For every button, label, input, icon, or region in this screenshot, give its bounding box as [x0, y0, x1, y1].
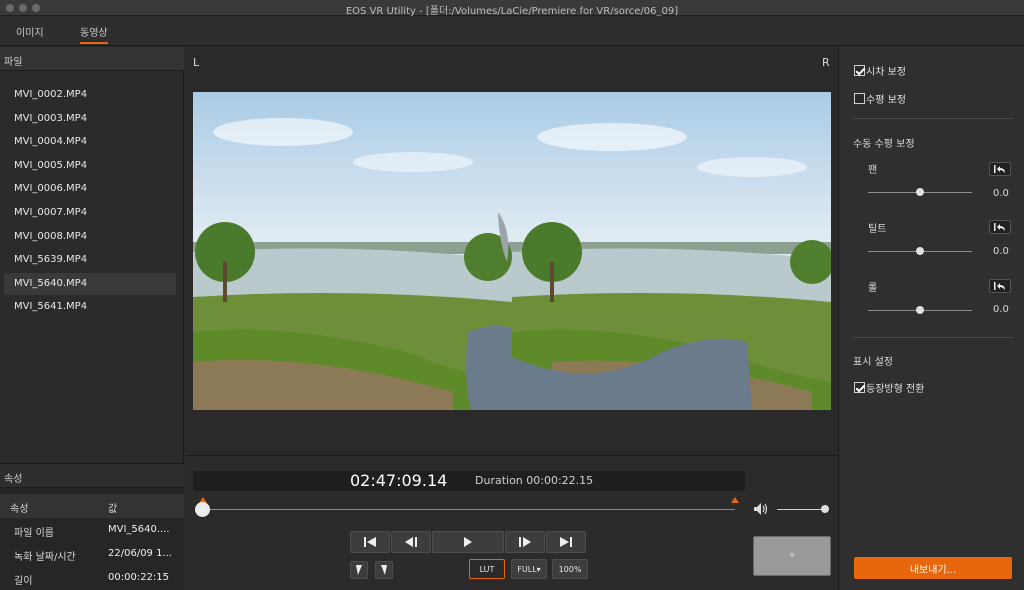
file-list-item[interactable]: MVI_5641.MP4	[4, 296, 176, 318]
playhead-handle[interactable]	[195, 502, 210, 517]
set-in-point-button[interactable]	[350, 561, 368, 579]
file-list-item[interactable]: MVI_0004.MP4	[4, 131, 176, 153]
property-value: 00:00:22:15	[108, 572, 170, 583]
right-eye-view	[512, 92, 831, 410]
pan-label: 팬	[868, 165, 878, 176]
left-eye-view	[193, 92, 512, 410]
property-value: 22/06/09 1...	[108, 548, 172, 559]
export-button[interactable]: 내보내기...	[854, 557, 1012, 579]
next-frame-button[interactable]	[505, 531, 545, 553]
step-back-icon	[405, 537, 417, 547]
adjustment-panel: 시차 보정 수평 보정 수동 수평 보정 팬 0.0 틸트 0.0 롤 0.0 …	[838, 47, 1024, 590]
tilt-label: 틸트	[868, 224, 887, 235]
checkbox-icon	[854, 65, 865, 76]
file-list-item[interactable]: MVI_0002.MP4	[4, 84, 176, 106]
zoom-percentage-button[interactable]: 100%	[552, 559, 588, 579]
property-row: 녹화 날짜/시간 22/06/09 1...	[0, 542, 184, 566]
volume-track[interactable]	[777, 509, 825, 510]
file-list-item[interactable]: MVI_0003.MP4	[4, 108, 176, 130]
checkbox-icon	[854, 93, 865, 104]
out-point-icon	[381, 565, 387, 575]
out-point-marker[interactable]	[731, 497, 739, 503]
crosshair-icon: ⌖	[789, 551, 795, 561]
property-value: MVI_5640....	[108, 524, 170, 535]
step-forward-icon	[519, 537, 531, 547]
file-list-header: 파일	[0, 47, 184, 71]
go-to-end-button[interactable]	[546, 531, 586, 553]
left-eye-label: L	[193, 56, 200, 69]
in-point-icon	[356, 565, 362, 575]
lut-button[interactable]: LUT	[469, 559, 505, 579]
file-list-item[interactable]: MVI_0005.MP4	[4, 155, 176, 177]
property-row: 길이 00:00:22:15	[0, 566, 184, 590]
file-list-item[interactable]: MVI_0006.MP4	[4, 178, 176, 200]
file-list-item[interactable]: MVI_0007.MP4	[4, 202, 176, 224]
scrub-track[interactable]	[203, 509, 735, 510]
duration-label: Duration 00:00:22.15	[475, 474, 594, 487]
volume-handle[interactable]	[821, 505, 829, 513]
property-label: 길이	[14, 576, 33, 587]
skip-start-icon	[364, 537, 376, 547]
tab-videos[interactable]: 동영상	[80, 24, 108, 44]
tilt-reset-button[interactable]	[989, 220, 1011, 234]
title-bar: EOS VR Utility - [폴더:/Volumes/LaCie/Prem…	[0, 0, 1024, 17]
attribute-column-header: 속성	[10, 504, 29, 515]
parallax-correction-label: 시차 보정	[866, 67, 906, 78]
set-out-point-button[interactable]	[375, 561, 393, 579]
file-list-item[interactable]: MVI_5640.MP4	[4, 272, 176, 295]
display-settings-header: 표시 설정	[853, 357, 893, 368]
parallax-correction-checkbox[interactable]: 시차 보정	[854, 63, 906, 78]
roll-value: 0.0	[993, 304, 1009, 315]
pan-value: 0.0	[993, 188, 1009, 199]
current-timecode: 02:47:09.14	[350, 471, 448, 490]
value-column-header: 값	[108, 504, 118, 515]
level-correction-label: 수평 보정	[866, 95, 906, 106]
equirectangular-checkbox[interactable]: 등장방형 전환	[854, 380, 924, 395]
play-button[interactable]	[432, 531, 504, 553]
vr-preview-area: L R	[185, 47, 837, 455]
play-icon	[464, 537, 472, 547]
properties-panel: 속성 속성 값 파일 이름 MVI_5640.... 녹화 날짜/시간 22/0…	[0, 463, 184, 590]
property-label: 녹화 날짜/시간	[14, 552, 76, 563]
window-title: EOS VR Utility - [폴더:/Volumes/LaCie/Prem…	[345, 6, 679, 17]
reset-icon	[994, 282, 1005, 290]
level-correction-checkbox[interactable]: 수평 보정	[854, 91, 906, 106]
view-size-select[interactable]: FULL▾	[511, 559, 547, 579]
divider	[853, 337, 1013, 338]
tab-images[interactable]: 이미지	[16, 24, 44, 39]
manual-level-header: 수동 수평 보정	[853, 139, 915, 150]
file-panel: 파일 MVI_0002.MP4 MVI_0003.MP4 MVI_0004.MP4 M…	[0, 47, 184, 590]
file-list-item[interactable]: MVI_0008.MP4	[4, 226, 176, 248]
skip-end-icon	[560, 537, 572, 547]
property-row: 파일 이름 MVI_5640....	[0, 518, 184, 542]
file-list-item[interactable]: MVI_5639.MP4	[4, 249, 176, 271]
tilt-slider-handle[interactable]	[916, 247, 924, 255]
go-to-start-button[interactable]	[350, 531, 390, 553]
checkbox-icon	[854, 382, 865, 393]
divider	[853, 118, 1013, 119]
properties-header: 속성	[0, 464, 184, 488]
equirectangular-label: 등장방형 전환	[866, 384, 925, 395]
pan-slider-handle[interactable]	[916, 188, 924, 196]
speaker-icon[interactable]	[753, 502, 769, 519]
view-orientation-pad[interactable]: ⌖	[753, 536, 831, 576]
property-label: 파일 이름	[14, 528, 54, 539]
pan-reset-button[interactable]	[989, 162, 1011, 176]
roll-label: 롤	[868, 283, 878, 294]
dual-fisheye-preview[interactable]	[193, 92, 831, 410]
timecode-display: 02:47:09.14 Duration 00:00:22.15	[193, 471, 745, 491]
roll-reset-button[interactable]	[989, 279, 1011, 293]
tilt-value: 0.0	[993, 246, 1009, 257]
properties-column-headers: 속성 값	[0, 494, 184, 518]
right-eye-label: R	[822, 56, 830, 69]
mode-tab-bar: 이미지 동영상	[0, 16, 1024, 46]
reset-icon	[994, 223, 1005, 231]
reset-icon	[994, 165, 1005, 173]
playback-controls: 02:47:09.14 Duration 00:00:22.15 LUT FUL…	[185, 455, 837, 590]
roll-slider-handle[interactable]	[916, 306, 924, 314]
previous-frame-button[interactable]	[391, 531, 431, 553]
